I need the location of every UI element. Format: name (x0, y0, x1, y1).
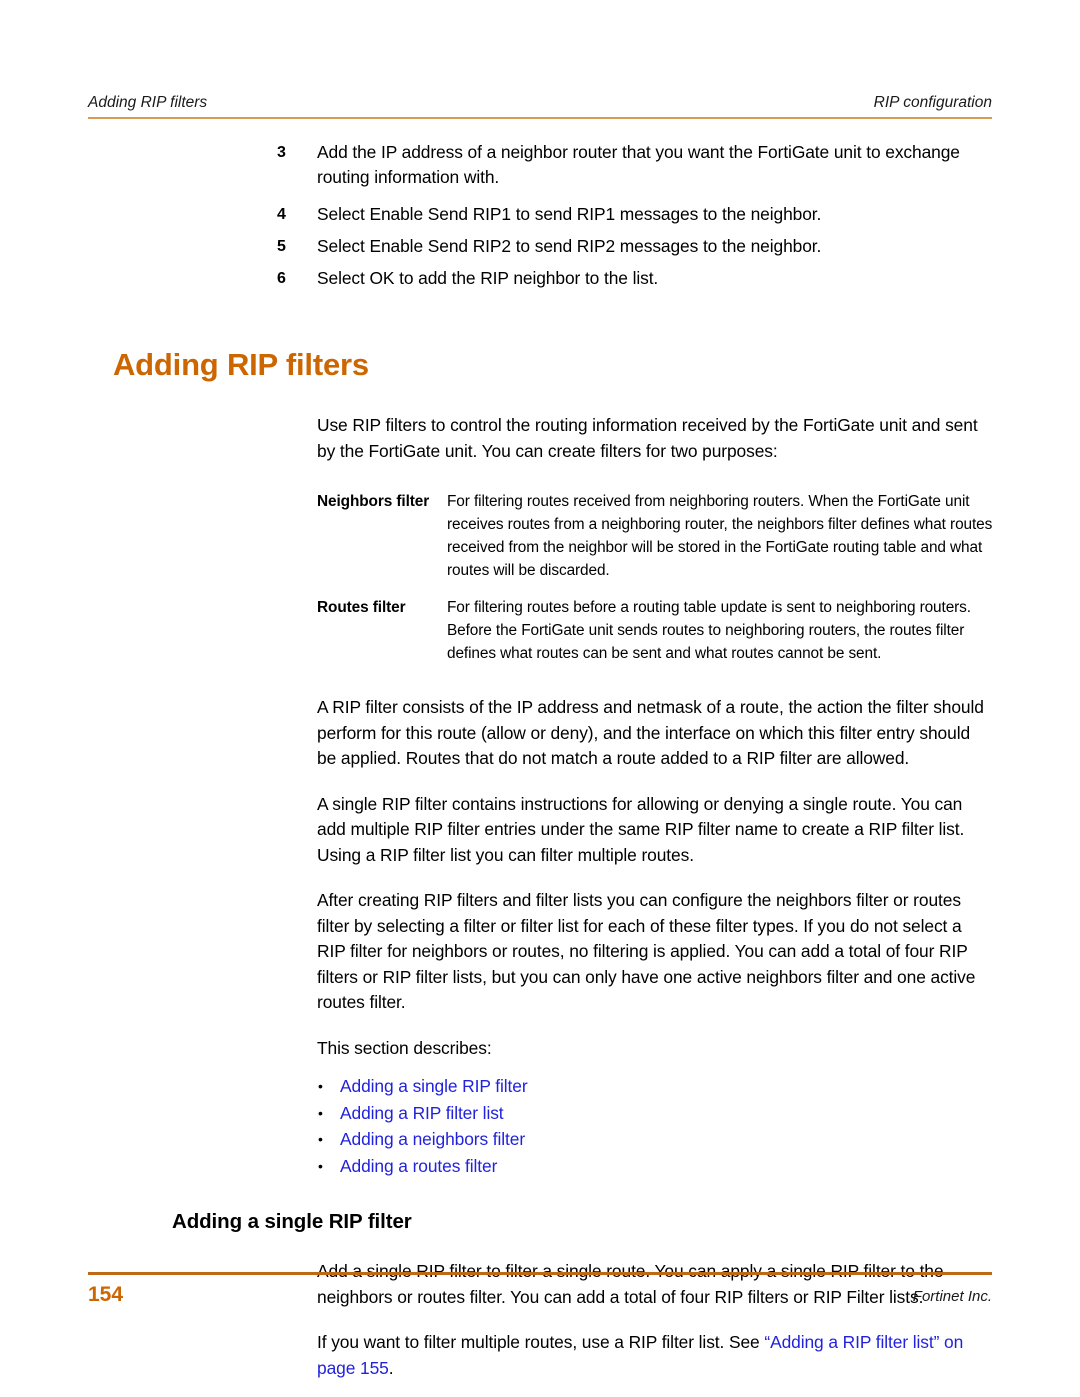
list-item: 6 Select OK to add the RIP neighbor to t… (0, 266, 1080, 291)
list-item: 5 Select Enable Send RIP2 to send RIP2 m… (0, 234, 1080, 259)
definition-row: Neighbors filter For filtering routes re… (0, 490, 1080, 582)
step-number: 5 (277, 238, 286, 255)
section-intro: Use RIP filters to control the routing i… (317, 415, 978, 461)
xref-prefix-text: If you want to filter multiple routes, u… (317, 1332, 765, 1352)
page-number: 154 (88, 1283, 124, 1306)
step-text: Select Enable Send RIP2 to send RIP2 mes… (317, 236, 822, 256)
definition-row: Routes filter For filtering routes befor… (0, 596, 1080, 665)
step-number: 6 (277, 270, 286, 287)
subsection-heading: Adding a single RIP filter (172, 1210, 412, 1233)
section-contents-list: Adding a single RIP filter Adding a RIP … (0, 1073, 1080, 1179)
step-text: Select OK to add the RIP neighbor to the… (317, 268, 659, 288)
definition-term: Neighbors filter (317, 493, 430, 510)
subsection-paragraph-xref: If you want to filter multiple routes, u… (0, 1330, 990, 1381)
body-paragraph: A RIP filter consists of the IP address … (317, 697, 984, 768)
list-item[interactable]: Adding a routes filter (0, 1153, 1080, 1180)
definition-term: Routes filter (317, 599, 406, 616)
section-heading: Adding RIP filters (113, 347, 369, 382)
definition-description: For filtering routes received from neigh… (447, 493, 993, 579)
footer-rule (88, 1272, 992, 1275)
list-item[interactable]: Adding a neighbors filter (0, 1126, 1080, 1153)
top-procedure-list: 3 Add the IP address of a neighbor route… (0, 140, 1080, 291)
running-head-right: RIP configuration (873, 94, 992, 111)
step-text: Add the IP address of a neighbor router … (317, 142, 960, 187)
document-page: Adding RIP filters RIP configuration 3 A… (0, 0, 1080, 1397)
definition-description: For filtering routes before a routing ta… (447, 599, 971, 662)
running-head-rule (88, 117, 992, 119)
page-footer: 154 Fortinet Inc. (88, 1283, 992, 1307)
running-head-left: Adding RIP filters (88, 94, 208, 111)
xref-suffix-text: . (388, 1357, 394, 1378)
body-paragraph: After creating RIP filters and filter li… (317, 890, 976, 1012)
list-item: 4 Select Enable Send RIP1 to send RIP1 m… (0, 202, 1080, 227)
step-text: Select Enable Send RIP1 to send RIP1 mes… (317, 204, 822, 224)
body-paragraph: This section describes: (317, 1037, 492, 1058)
step-number: 4 (277, 206, 286, 223)
filter-definition-list: Neighbors filter For filtering routes re… (0, 490, 1080, 665)
publisher-imprint: Fortinet Inc. (912, 1288, 992, 1305)
step-number: 3 (277, 144, 286, 161)
page-content: 3 Add the IP address of a neighbor route… (0, 140, 1080, 1397)
list-item: 3 Add the IP address of a neighbor route… (0, 140, 1080, 190)
body-paragraph: A single RIP filter contains instruction… (317, 793, 965, 865)
list-item[interactable]: Adding a single RIP filter (0, 1073, 1080, 1100)
list-item[interactable]: Adding a RIP filter list (0, 1100, 1080, 1127)
running-head: Adding RIP filters RIP configuration (88, 94, 992, 112)
